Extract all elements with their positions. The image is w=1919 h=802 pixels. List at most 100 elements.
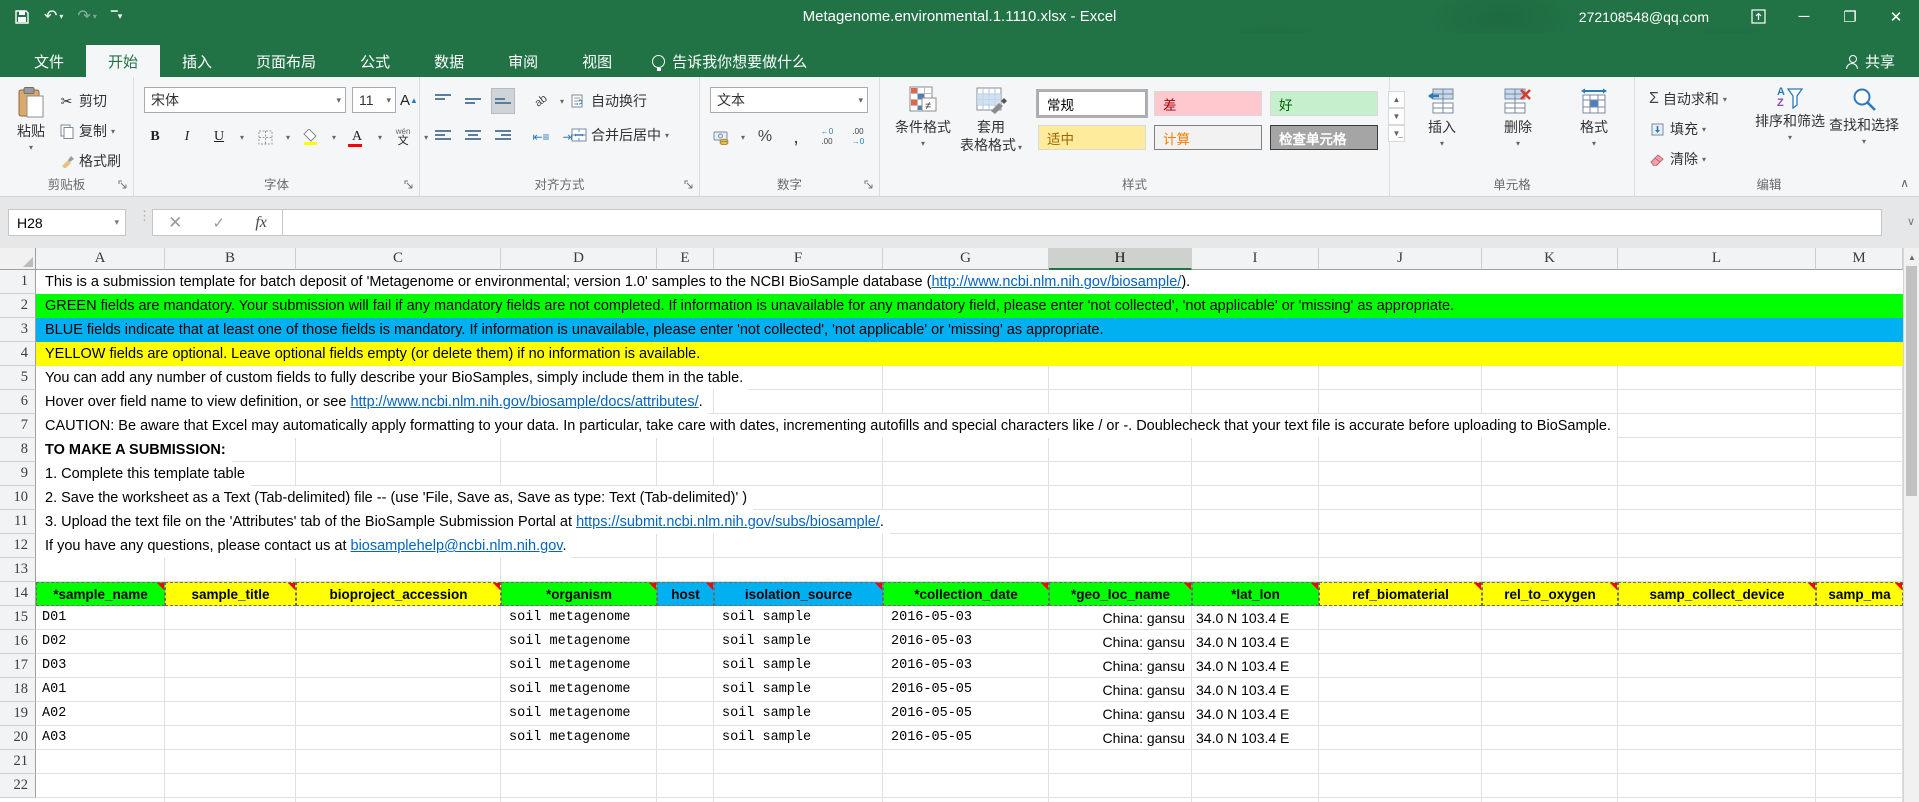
column-header-C[interactable]: C: [296, 248, 501, 270]
comma-style-icon[interactable]: ,: [785, 125, 807, 149]
column-header-A[interactable]: A: [36, 248, 165, 270]
paste-button[interactable]: 粘贴 ▾: [8, 87, 54, 152]
align-right-icon[interactable]: [492, 125, 514, 149]
field-header-host[interactable]: host: [657, 582, 714, 606]
hyperlink[interactable]: https://submit.ncbi.nlm.nih.gov/subs/bio…: [576, 514, 880, 530]
number-dialog-launcher-icon[interactable]: [864, 180, 876, 192]
vertical-scrollbar[interactable]: ▲: [1903, 248, 1919, 802]
column-header-J[interactable]: J: [1319, 248, 1482, 270]
field-header-samp_ma[interactable]: samp_ma: [1816, 582, 1903, 606]
font-color-icon[interactable]: A: [346, 125, 368, 149]
row-header-18[interactable]: 18: [0, 678, 36, 702]
field-header-sample_name[interactable]: *sample_name: [36, 582, 165, 606]
row-header-1[interactable]: 1: [0, 270, 36, 294]
cell-D20[interactable]: soil metagenome: [501, 726, 656, 750]
row-header-9[interactable]: 9: [0, 462, 36, 486]
column-header-L[interactable]: L: [1618, 248, 1816, 270]
name-box-dropdown-icon[interactable]: ▾: [108, 217, 125, 228]
field-header-samp_collect_device[interactable]: samp_collect_device: [1618, 582, 1816, 606]
field-header-lat_lon[interactable]: *lat_lon: [1192, 582, 1319, 606]
collapse-ribbon-icon[interactable]: ∧: [1900, 176, 1909, 190]
cell-G20[interactable]: 2016-05-05: [883, 726, 1048, 750]
row-header-20[interactable]: 20: [0, 726, 36, 750]
autosum-button[interactable]: Σ 自动求和▾: [1649, 89, 1727, 109]
ribbon-display-options-icon[interactable]: [1735, 0, 1781, 33]
row-header-6[interactable]: 6: [0, 390, 36, 414]
row-header-16[interactable]: 16: [0, 630, 36, 654]
cell-A15[interactable]: D01: [36, 606, 164, 630]
align-middle-icon[interactable]: [462, 89, 484, 113]
increase-decimal-icon[interactable]: ←0.00: [816, 125, 838, 149]
cell-A18[interactable]: A01: [36, 678, 164, 702]
cell-D15[interactable]: soil metagenome: [501, 606, 656, 630]
field-header-geo_loc_name[interactable]: *geo_loc_name: [1049, 582, 1192, 606]
orientation-icon[interactable]: ab: [530, 89, 552, 113]
formula-input[interactable]: [282, 209, 1882, 236]
insert-cells-button[interactable]: 插入▾: [1414, 87, 1470, 148]
wrap-text-button[interactable]: 自动换行: [570, 91, 647, 111]
row-header-17[interactable]: 17: [0, 654, 36, 678]
delete-cells-button[interactable]: 删除▾: [1490, 87, 1546, 148]
row-header-8[interactable]: 8: [0, 438, 36, 462]
sort-filter-button[interactable]: AZ 排序和筛选▾: [1753, 87, 1827, 142]
cell-F19[interactable]: soil sample: [714, 702, 882, 726]
tab-view[interactable]: 视图: [560, 45, 634, 77]
field-header-ref_biomaterial[interactable]: ref_biomaterial: [1319, 582, 1482, 606]
column-header-D[interactable]: D: [501, 248, 657, 270]
formula-bar-expand-icon[interactable]: ∨: [1907, 215, 1915, 228]
field-header-bioproject_accession[interactable]: bioproject_accession: [296, 582, 501, 606]
enter-icon[interactable]: ✓: [213, 214, 226, 232]
cell-F18[interactable]: soil sample: [714, 678, 882, 702]
cell-style-good[interactable]: 好: [1270, 91, 1378, 116]
field-header-collection_date[interactable]: *collection_date: [883, 582, 1049, 606]
format-cells-button[interactable]: 格式▾: [1566, 87, 1622, 148]
field-header-rel_to_oxygen[interactable]: rel_to_oxygen: [1482, 582, 1618, 606]
cell-A16[interactable]: D02: [36, 630, 164, 654]
share-button[interactable]: 共享: [1832, 45, 1909, 77]
cut-button[interactable]: ✂ 剪切: [58, 91, 107, 111]
field-header-isolation_source[interactable]: isolation_source: [714, 582, 883, 606]
align-top-icon[interactable]: [432, 89, 454, 113]
clear-button[interactable]: 清除▾: [1649, 149, 1706, 169]
percent-style-icon[interactable]: %: [754, 125, 776, 149]
cell-style-neutral[interactable]: 适中: [1038, 125, 1146, 150]
close-button[interactable]: ✕: [1873, 0, 1919, 33]
cell-G15[interactable]: 2016-05-03: [883, 606, 1048, 630]
row-header-10[interactable]: 10: [0, 486, 36, 510]
row-header-19[interactable]: 19: [0, 702, 36, 726]
cell-style-bad[interactable]: 差: [1154, 91, 1262, 116]
align-center-icon[interactable]: [462, 125, 484, 149]
cell-H15[interactable]: China: gansu: [1049, 606, 1191, 630]
find-select-button[interactable]: 查找和选择▾: [1827, 87, 1901, 146]
cell-style-calculation[interactable]: 计算: [1154, 125, 1262, 150]
align-bottom-icon[interactable]: [492, 89, 514, 113]
cell-H18[interactable]: China: gansu: [1049, 678, 1191, 702]
hyperlink[interactable]: biosamplehelp@ncbi.nlm.nih.gov: [351, 538, 563, 554]
borders-icon[interactable]: [254, 125, 276, 149]
merge-center-button[interactable]: 合并后居中▾: [570, 125, 669, 145]
italic-button[interactable]: I: [176, 125, 198, 149]
cell-H16[interactable]: China: gansu: [1049, 630, 1191, 654]
cell-G19[interactable]: 2016-05-05: [883, 702, 1048, 726]
column-header-M[interactable]: M: [1816, 248, 1903, 270]
column-header-B[interactable]: B: [165, 248, 296, 270]
cell-F16[interactable]: soil sample: [714, 630, 882, 654]
row-header-5[interactable]: 5: [0, 366, 36, 390]
format-painter-button[interactable]: 格式刷: [58, 151, 121, 171]
font-name-select[interactable]: 宋体▾: [144, 87, 346, 113]
minimize-button[interactable]: ─: [1781, 0, 1827, 33]
column-header-E[interactable]: E: [657, 248, 714, 270]
tab-home[interactable]: 开始: [86, 45, 160, 77]
cell-I16[interactable]: 34.0 N 103.4 E: [1192, 630, 1318, 654]
cell-H20[interactable]: China: gansu: [1049, 726, 1191, 750]
cell-G16[interactable]: 2016-05-03: [883, 630, 1048, 654]
conditional-formatting-button[interactable]: ≠ 条件格式 ▾: [892, 85, 954, 148]
accounting-format-icon[interactable]: [710, 125, 732, 149]
font-size-select[interactable]: 11▾: [352, 87, 396, 113]
row-header-3[interactable]: 3: [0, 318, 36, 342]
cell-style-check-cell[interactable]: 检查单元格: [1270, 125, 1378, 150]
cell-H17[interactable]: China: gansu: [1049, 654, 1191, 678]
cell-I19[interactable]: 34.0 N 103.4 E: [1192, 702, 1318, 726]
format-as-table-button[interactable]: 套用 表格格式▾: [958, 85, 1024, 155]
row-header-7[interactable]: 7: [0, 414, 36, 438]
